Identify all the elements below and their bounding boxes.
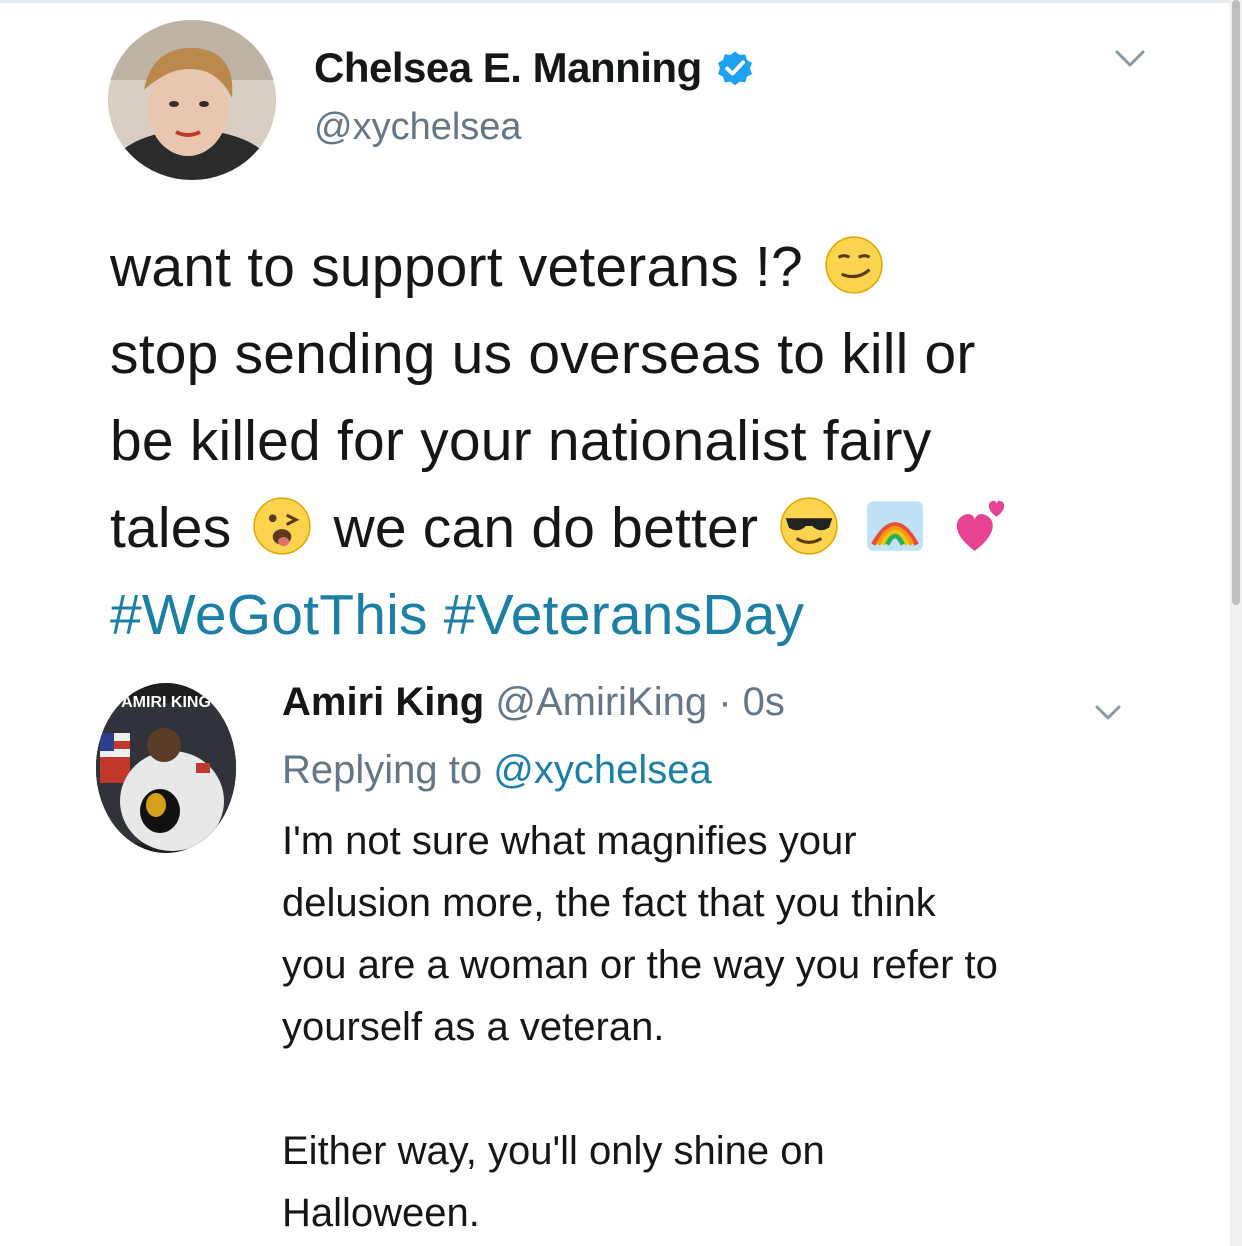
- tweet-line-3: be killed for your nationalist fairy: [110, 409, 932, 473]
- reply-header: Amiri King @AmiriKing · 0s: [282, 680, 785, 725]
- replying-to-handle[interactable]: @xychelsea: [493, 748, 711, 792]
- reply-display-name[interactable]: Amiri King: [282, 680, 484, 724]
- tweet-line: tales we can do better: [110, 485, 1170, 572]
- tweet-line-1: want to support veterans !?: [110, 235, 803, 299]
- winking-tongue-face-emoji-icon: [253, 497, 312, 555]
- avatar[interactable]: [108, 20, 276, 180]
- tweet-line: want to support veterans !?: [110, 224, 1170, 311]
- scrollbar-track[interactable]: [1230, 0, 1242, 1246]
- scrollbar-thumb[interactable]: [1232, 0, 1240, 605]
- top-border: [0, 0, 1242, 3]
- tweet-line: stop sending us overseas to kill or: [110, 311, 1170, 398]
- reply-line-3: you are a woman or the way you refer to: [282, 943, 998, 987]
- avatar-logo-label: AMIRI KING: [121, 694, 211, 711]
- tweet-text: want to support veterans !? stop sending…: [110, 224, 1170, 659]
- reply-timestamp[interactable]: · 0s: [718, 680, 785, 724]
- tweet-line-5: we can do better: [333, 496, 759, 560]
- smirking-face-emoji-icon: [825, 236, 883, 294]
- sunglasses-face-emoji-icon: [780, 497, 838, 555]
- chevron-down-icon[interactable]: [1092, 700, 1124, 726]
- tweet-line-4: tales: [110, 496, 232, 560]
- main-display-name[interactable]: Chelsea E. Manning: [314, 44, 702, 92]
- hashtag-link[interactable]: #VeteransDay: [444, 583, 804, 647]
- rainbow-emoji-icon: [867, 501, 924, 551]
- replying-to: Replying to @xychelsea: [282, 748, 712, 793]
- tweet-line: be killed for your nationalist fairy: [110, 398, 1170, 485]
- reply-line-5: Either way, you'll only shine on: [282, 1129, 825, 1173]
- tweet-line-2: stop sending us overseas to kill or: [110, 322, 976, 386]
- reply-line-1: I'm not sure what magnifies your: [282, 819, 857, 863]
- reply-line-4: yourself as a veteran.: [282, 1005, 665, 1049]
- avatar[interactable]: AMIRI KING: [96, 683, 236, 853]
- main-handle[interactable]: @xychelsea: [314, 106, 522, 149]
- reply-line-2: delusion more, the fact that you think: [282, 881, 936, 925]
- chevron-down-icon[interactable]: [1112, 44, 1148, 74]
- avatar-photo-icon: [108, 20, 276, 180]
- tweet-line: #WeGotThis #VeteransDay: [110, 572, 1170, 659]
- hashtag-link[interactable]: #WeGotThis: [110, 583, 428, 647]
- reply-handle[interactable]: @AmiriKing: [495, 680, 707, 724]
- reply-line-6: Halloween.: [282, 1191, 480, 1235]
- replying-to-label: Replying to: [282, 748, 483, 792]
- avatar-logo-text: AMIRI KING: [121, 694, 211, 711]
- main-name-row: Chelsea E. Manning: [314, 40, 756, 96]
- two-hearts-emoji-icon: [957, 500, 1005, 551]
- verified-badge-icon: [717, 51, 752, 86]
- reply-text: I'm not sure what magnifies your delusio…: [282, 810, 1182, 1244]
